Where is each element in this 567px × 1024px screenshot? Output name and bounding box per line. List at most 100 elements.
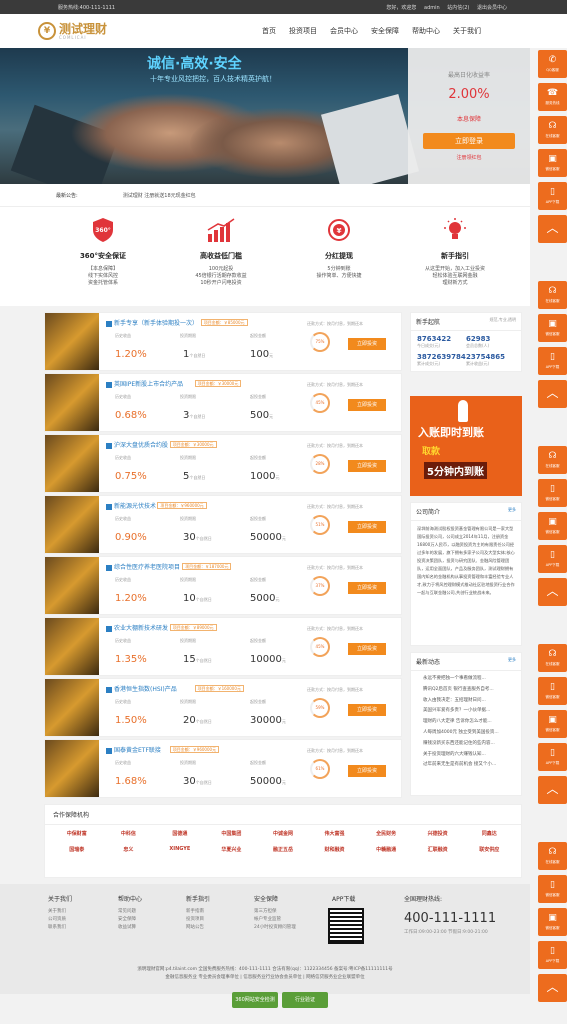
product-name[interactable]: 香港恒生指数(HSI)产品 <box>106 684 177 693</box>
news-item[interactable]: 赚钱没新买东西还能记住的些内容... <box>417 739 515 750</box>
partner-logo[interactable]: 兴德投资 <box>412 830 464 837</box>
product-card[interactable]: 农业大棚新技术研发 项目金额：￥89000元 历史收益 投资期限 起投金额 1.35% 15… <box>44 617 402 676</box>
invest-button[interactable]: 立即投资 <box>348 704 386 716</box>
partner-logo[interactable]: 中赣融通 <box>360 846 412 853</box>
product-card[interactable]: 国泰黄金ETF联接 项目金额：￥960000元 历史收益 投资期限 起投金额 1.68% 3… <box>44 739 402 798</box>
register-link[interactable]: 注册领红包 <box>408 154 530 161</box>
news-item[interactable]: 腾讯Q2后首页 银行查查服务自考... <box>417 685 515 696</box>
product-card[interactable]: 英国IPE新股上市合约产品 项目金额：￥30000元 历史收益 投资期限 起投金额 0.6… <box>44 373 402 432</box>
logo[interactable]: ¥ 测试理财 COMLICAI <box>38 22 107 40</box>
partner-logo[interactable]: 联安供应 <box>463 846 515 853</box>
float-button[interactable]: ✆ QQ客服 <box>538 50 567 78</box>
scroll-top-button[interactable]: ︿ <box>538 578 567 606</box>
float-button[interactable]: ▣ 微信客服 <box>538 710 567 738</box>
news-more-link[interactable]: 更多 <box>508 657 516 666</box>
partner-logo[interactable]: 中诚金网 <box>257 830 309 837</box>
float-button[interactable]: ▯ 微信客服 <box>538 677 567 705</box>
messages-link[interactable]: 站内信(2) <box>447 5 469 11</box>
promo-banner[interactable]: 入账即时到账 取款 5分钟内到账 <box>410 396 522 496</box>
invest-button[interactable]: 立即投资 <box>348 399 386 411</box>
invest-button[interactable]: 立即投资 <box>348 338 386 350</box>
partner-logo[interactable]: 忠义 <box>103 846 155 853</box>
float-button[interactable]: ▯ APP下载 <box>538 941 567 969</box>
float-button[interactable]: ▯ APP下载 <box>538 347 567 375</box>
product-card[interactable]: 新手专享（新手体验期投一次） 项目金额：￥85000元 历史收益 投资期限 起投金额 1.… <box>44 312 402 371</box>
partner-logo[interactable]: 中科信 <box>103 830 155 837</box>
product-card[interactable]: 香港恒生指数(HSI)产品 项目金额：￥160000元 历史收益 投资期限 起投金额 1.… <box>44 678 402 737</box>
news-item[interactable]: 收入由我决定：五招理财日问... <box>417 696 515 707</box>
product-name[interactable]: 英国IPE新股上市合约产品 <box>106 379 183 388</box>
nav-help[interactable]: 帮助中心 <box>412 26 440 36</box>
product-name[interactable]: 国泰黄金ETF联接 <box>106 745 161 754</box>
badge-360[interactable]: 360网站安全检测 <box>232 992 278 1008</box>
product-name[interactable]: 综合性医疗养老医院项目 <box>106 562 180 571</box>
nav-projects[interactable]: 投资项目 <box>289 26 317 36</box>
float-button[interactable]: ▯ 微信客服 <box>538 479 567 507</box>
notice-text[interactable]: 测试理财 注册就送18元现金红包 <box>123 192 196 199</box>
news-item[interactable]: 人每周加4000元 独立受到美国投资... <box>417 728 515 739</box>
float-button[interactable]: ☊ 在线客服 <box>538 644 567 672</box>
partner-logo[interactable]: 中保财富 <box>51 830 103 837</box>
partner-logo[interactable]: 融正五岳 <box>257 846 309 853</box>
invest-button[interactable]: 立即投资 <box>348 521 386 533</box>
product-name[interactable]: 沪深大盘优质合约股 <box>106 440 168 449</box>
username-link[interactable]: admin <box>424 5 440 11</box>
news-item[interactable]: 过年前来无生是有前机会 接又个小... <box>417 760 515 771</box>
guarantee-text: 本息保障 <box>456 116 481 123</box>
news-item[interactable]: 关于投资理财的六大赚钱认知... <box>417 750 515 761</box>
partner-logo[interactable]: 全民财务 <box>360 830 412 837</box>
intro-more-link[interactable]: 更多 <box>508 507 516 516</box>
nav-home[interactable]: 首页 <box>262 26 276 36</box>
login-button[interactable]: 立即登录 <box>423 133 515 149</box>
scroll-top-button[interactable]: ︿ <box>538 215 567 243</box>
float-button[interactable]: ☊ 在线客服 <box>538 116 567 144</box>
partner-logo[interactable]: XINGYE <box>154 846 206 853</box>
invest-button[interactable]: 立即投资 <box>348 460 386 472</box>
logout-link[interactable]: 退出会员中心 <box>477 5 507 11</box>
scroll-top-button[interactable]: ︿ <box>538 776 567 804</box>
float-button[interactable]: ▯ APP下载 <box>538 545 567 573</box>
float-button[interactable]: ▣ 微信客服 <box>538 512 567 540</box>
partner-logo[interactable]: 国德通 <box>154 830 206 837</box>
product-name[interactable]: 农业大棚新技术研发 <box>106 623 168 632</box>
partner-logo[interactable]: 中国集团 <box>206 830 258 837</box>
product-card[interactable]: 沪深大盘优质合约股 项目金额：￥30000元 历史收益 投资期限 起投金额 0.75% 5个… <box>44 434 402 493</box>
partner-logo[interactable]: 汇联融资 <box>412 846 464 853</box>
float-button[interactable]: ▣ 微信客服 <box>538 149 567 177</box>
invest-button[interactable]: 立即投资 <box>348 582 386 594</box>
float-button[interactable]: ☎ 服务热线 <box>538 83 567 111</box>
float-icon: ▯ <box>550 946 555 956</box>
news-item[interactable]: 美国兴军爱有多贵？一小伙单据... <box>417 706 515 717</box>
partner-logo[interactable]: 伟大富强 <box>309 830 361 837</box>
float-button[interactable]: ▯ APP下载 <box>538 182 567 210</box>
news-item[interactable]: 永远不要把独一个事看做流程... <box>417 674 515 685</box>
float-button[interactable]: ▣ 微信客服 <box>538 314 567 342</box>
product-name[interactable]: 新手专享（新手体验期投一次） <box>106 318 198 327</box>
news-item[interactable]: 理财的八大定律 告诉你怎么才能... <box>417 717 515 728</box>
float-button[interactable]: ☊ 在线客服 <box>538 281 567 309</box>
nav-about[interactable]: 关于我们 <box>453 26 481 36</box>
float-button[interactable]: ☊ 在线客服 <box>538 446 567 474</box>
product-name[interactable]: 新能源光伏技术 <box>106 501 156 510</box>
product-card[interactable]: 新能源光伏技术 项目金额：￥960000元 历史收益 投资期限 起投金额 0.90% 30个… <box>44 495 402 554</box>
partner-logo[interactable]: 国瑞泰 <box>51 846 103 853</box>
progress-ring: 45% <box>310 393 330 413</box>
product-image <box>45 374 99 431</box>
nav-security[interactable]: 安全保障 <box>371 26 399 36</box>
partner-logo[interactable]: 同鑫达 <box>463 830 515 837</box>
nav-member[interactable]: 会员中心 <box>330 26 358 36</box>
badge-industry[interactable]: 行业验证 <box>282 992 328 1008</box>
footer-col-guide: 新手指引 新手指南 投资项目 网站公告 <box>186 896 211 930</box>
newbie-title: 新手起航 <box>416 319 441 326</box>
partner-logo[interactable]: 财和融资 <box>309 846 361 853</box>
partner-logo[interactable]: 华夏兴业 <box>206 846 258 853</box>
float-button[interactable]: ☊ 在线客服 <box>538 842 567 870</box>
float-button[interactable]: ▣ 微信客服 <box>538 908 567 936</box>
product-card[interactable]: 综合性医疗养老医院项目 项目金额：￥187000元 历史收益 投资期限 起投金额 1.20… <box>44 556 402 615</box>
invest-button[interactable]: 立即投资 <box>348 765 386 777</box>
scroll-top-button[interactable]: ︿ <box>538 974 567 1002</box>
invest-button[interactable]: 立即投资 <box>348 643 386 655</box>
float-button[interactable]: ▯ APP下载 <box>538 743 567 771</box>
scroll-top-button[interactable]: ︿ <box>538 380 567 408</box>
float-button[interactable]: ▯ 微信客服 <box>538 875 567 903</box>
